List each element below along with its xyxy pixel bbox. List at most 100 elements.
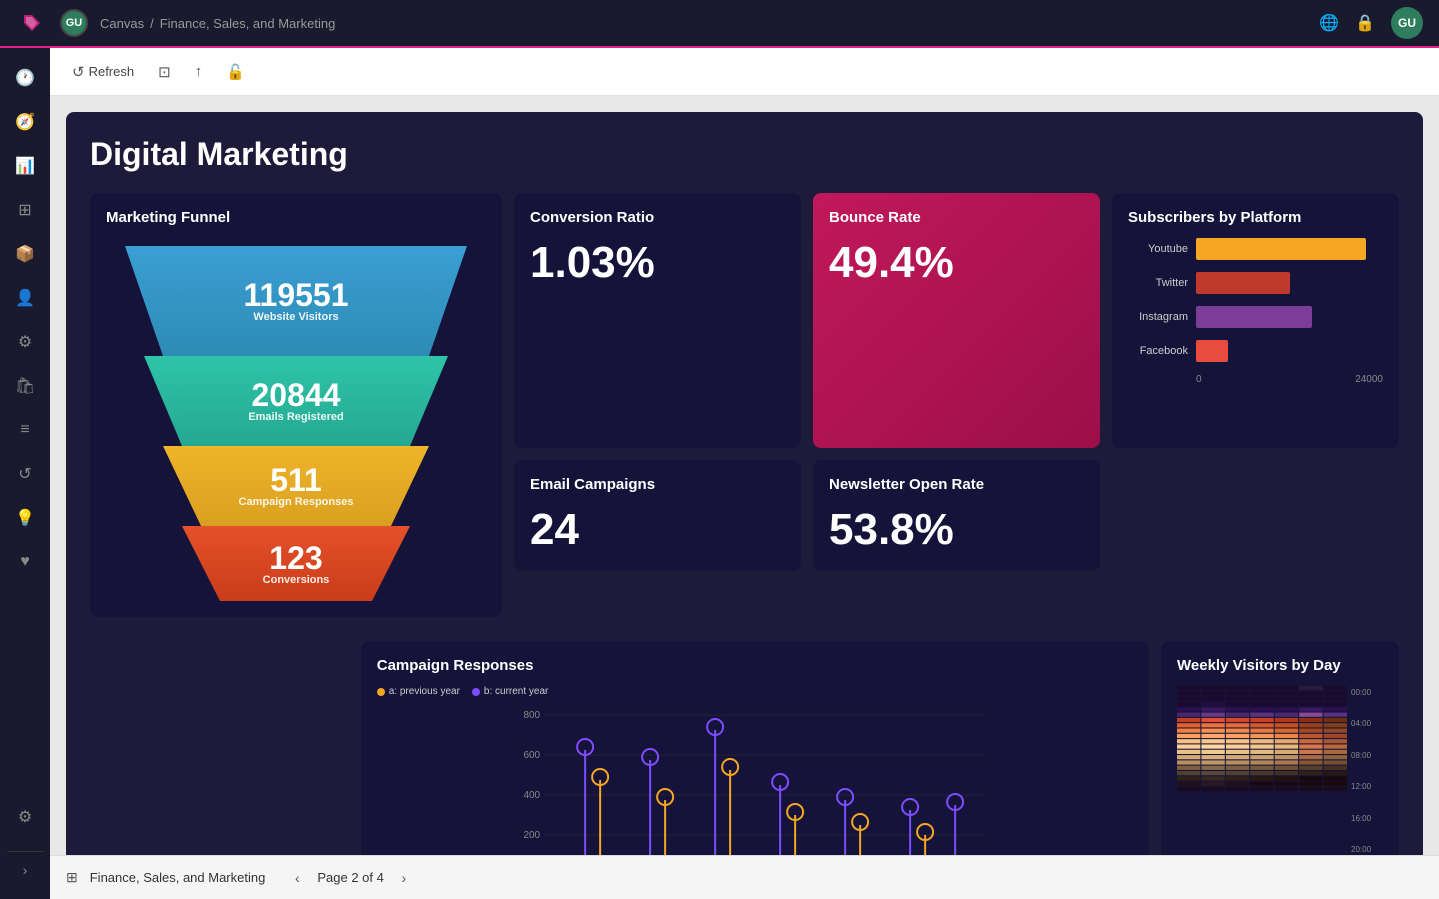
sidebar-item-refresh[interactable]: ↺ [7, 456, 43, 492]
page-next-button[interactable]: › [392, 866, 416, 890]
sidebar-item-heart[interactable]: ♥ [7, 544, 43, 580]
chart-legend: a: previous year b: current year [377, 686, 1133, 697]
user-avatar[interactable]: GU [1391, 7, 1423, 39]
funnel-level-1: 119551 Website Visitors [106, 246, 486, 356]
legend-label-prev: a: previous year [389, 686, 460, 697]
share-icon: ↑ [195, 63, 203, 80]
screen-icon: ⊡ [158, 63, 171, 81]
sidebar-item-bulb[interactable]: 💡 [7, 500, 43, 536]
lock-icon[interactable]: 🔒 [1355, 13, 1375, 33]
funnel-conversions-value: 123 [269, 542, 322, 574]
content-area: ↺ Refresh ⊡ ↑ 🔓 Digital Marketing Market… [50, 48, 1439, 899]
lock-toolbar-button[interactable]: 🔓 [220, 59, 251, 85]
sidebar-item-bag[interactable]: 🛍 [7, 368, 43, 404]
sidebar-item-gear[interactable]: ⚙ [7, 799, 43, 835]
svg-text:400: 400 [523, 790, 540, 801]
sidebar-item-table[interactable]: ⊞ [7, 192, 43, 228]
bottom-bar-title: Finance, Sales, and Marketing [90, 870, 266, 885]
legend-label-curr: b: current year [484, 686, 548, 697]
sidebar-item-compass[interactable]: 🧭 [7, 104, 43, 140]
dashboard-title: Digital Marketing [90, 136, 1399, 173]
legend-dot-curr [472, 688, 480, 696]
share-button[interactable]: ↑ [189, 59, 209, 84]
sidebar-item-chart[interactable]: 📊 [7, 148, 43, 184]
sidebar-item-list[interactable]: ≡ [7, 412, 43, 448]
refresh-icon: ↺ [72, 63, 85, 81]
platform-row-twitter: Twitter [1128, 272, 1383, 294]
legend-current: b: current year [472, 686, 548, 697]
weekly-label-1200: 12:00 [1351, 782, 1383, 791]
globe-icon[interactable]: 🌐 [1319, 13, 1339, 33]
platform-bar-wrap-twitter [1196, 272, 1383, 294]
funnel-title: Marketing Funnel [106, 209, 486, 226]
grid-icon: ⊞ [66, 869, 78, 886]
sidebar-item-clock[interactable]: 🕐 [7, 60, 43, 96]
funnel-responses: 511 Campaign Responses [106, 446, 486, 526]
svg-text:600: 600 [523, 750, 540, 761]
svg-text:200: 200 [523, 830, 540, 841]
funnel-level-3: 511 Campaign Responses [106, 446, 486, 526]
funnel-level-2: 20844 Emails Registered [106, 356, 486, 446]
page-prev-button[interactable]: ‹ [285, 866, 309, 890]
refresh-button[interactable]: ↺ Refresh [66, 59, 140, 85]
platform-name-instagram: Instagram [1128, 311, 1188, 323]
weekly-label-0400: 04:00 [1351, 719, 1383, 728]
weekly-label-1600: 16:00 [1351, 814, 1383, 823]
sidebar-collapse-btn[interactable]: › [7, 851, 43, 887]
sidebar: 🕐 🧭 📊 ⊞ 📦 👤 ⚙ 🛍 ≡ ↺ 💡 ♥ ⚙ › [0, 48, 50, 899]
top-bar-right: 🌐 🔒 GU [1319, 7, 1423, 39]
platform-bar-wrap-youtube [1196, 238, 1383, 260]
conversion-ratio-value: 1.03% [530, 238, 785, 288]
weekly-visitors-title: Weekly Visitors by Day [1177, 657, 1383, 674]
bounce-rate-title: Bounce Rate [829, 209, 1084, 226]
platform-row-youtube: Youtube [1128, 238, 1383, 260]
breadcrumb: Canvas / Finance, Sales, and Marketing [100, 16, 335, 31]
platform-row-facebook: Facebook [1128, 340, 1383, 362]
bounce-rate-value: 49.4% [829, 238, 1084, 288]
dashboard-card: Digital Marketing Marketing Funnel 11955… [66, 112, 1423, 855]
newsletter-title: Newsletter Open Rate [829, 476, 1084, 493]
legend-dot-prev [377, 688, 385, 696]
chart-area: 800 600 400 200 0 [377, 705, 1133, 855]
weekly-label-0000: 00:00 [1351, 688, 1383, 697]
platform-bar-facebook [1196, 340, 1228, 362]
bottom-bar: ⊞ Finance, Sales, and Marketing ‹ Page 2… [50, 855, 1439, 899]
platform-bar-instagram [1196, 306, 1312, 328]
funnel-visitors: 119551 Website Visitors [106, 246, 486, 356]
funnel-level-4: 123 Conversions [106, 526, 486, 601]
weekly-label-2000: 20:00 [1351, 845, 1383, 854]
conversion-ratio-panel: Conversion Ratio 1.03% [514, 193, 801, 448]
app-logo [16, 7, 48, 39]
campaign-title: Campaign Responses [377, 657, 1133, 674]
email-campaigns-title: Email Campaigns [530, 476, 785, 493]
funnel-panel: Marketing Funnel 119551 Website Visitors [90, 193, 502, 617]
funnel-responses-label: Campaign Responses [239, 496, 354, 508]
legend-previous: a: previous year [377, 686, 460, 697]
top-bar: GU Canvas / Finance, Sales, and Marketin… [0, 0, 1439, 48]
conversion-ratio-title: Conversion Ratio [530, 209, 785, 226]
subscribers-panel: Subscribers by Platform Youtube Twitter [1112, 193, 1399, 448]
sidebar-item-box[interactable]: 📦 [7, 236, 43, 272]
screen-button[interactable]: ⊡ [152, 59, 177, 85]
campaign-chart: 800 600 400 200 0 [377, 705, 1133, 855]
sidebar-item-settings2[interactable]: ⚙ [7, 324, 43, 360]
platform-bar-wrap-facebook [1196, 340, 1383, 362]
platform-row-instagram: Instagram [1128, 306, 1383, 328]
main-layout: 🕐 🧭 📊 ⊞ 📦 👤 ⚙ 🛍 ≡ ↺ 💡 ♥ ⚙ › ↺ Refresh ⊡ … [0, 48, 1439, 899]
funnel-container: 119551 Website Visitors 20844 Emails Reg… [106, 246, 486, 601]
weekly-heatmap: // This is inside SVG, won't execute - u… [1177, 686, 1347, 855]
canvas-area: Digital Marketing Marketing Funnel 11955… [50, 96, 1439, 855]
campaign-panel: Campaign Responses a: previous year b: c… [361, 641, 1149, 855]
platform-bar-twitter [1196, 272, 1290, 294]
sidebar-item-person[interactable]: 👤 [7, 280, 43, 316]
platform-axis: 0 24000 [1128, 374, 1383, 385]
subscribers-title: Subscribers by Platform [1128, 209, 1383, 226]
weekly-visitors-panel: Weekly Visitors by Day // This is inside… [1161, 641, 1399, 855]
newsletter-value: 53.8% [829, 505, 1084, 555]
funnel-emails-label: Emails Registered [248, 411, 343, 423]
platform-name-twitter: Twitter [1128, 277, 1188, 289]
funnel-visitors-value: 119551 [243, 279, 348, 311]
platform-bar-youtube [1196, 238, 1366, 260]
toolbar: ↺ Refresh ⊡ ↑ 🔓 [50, 48, 1439, 96]
funnel-responses-value: 511 [270, 464, 322, 496]
